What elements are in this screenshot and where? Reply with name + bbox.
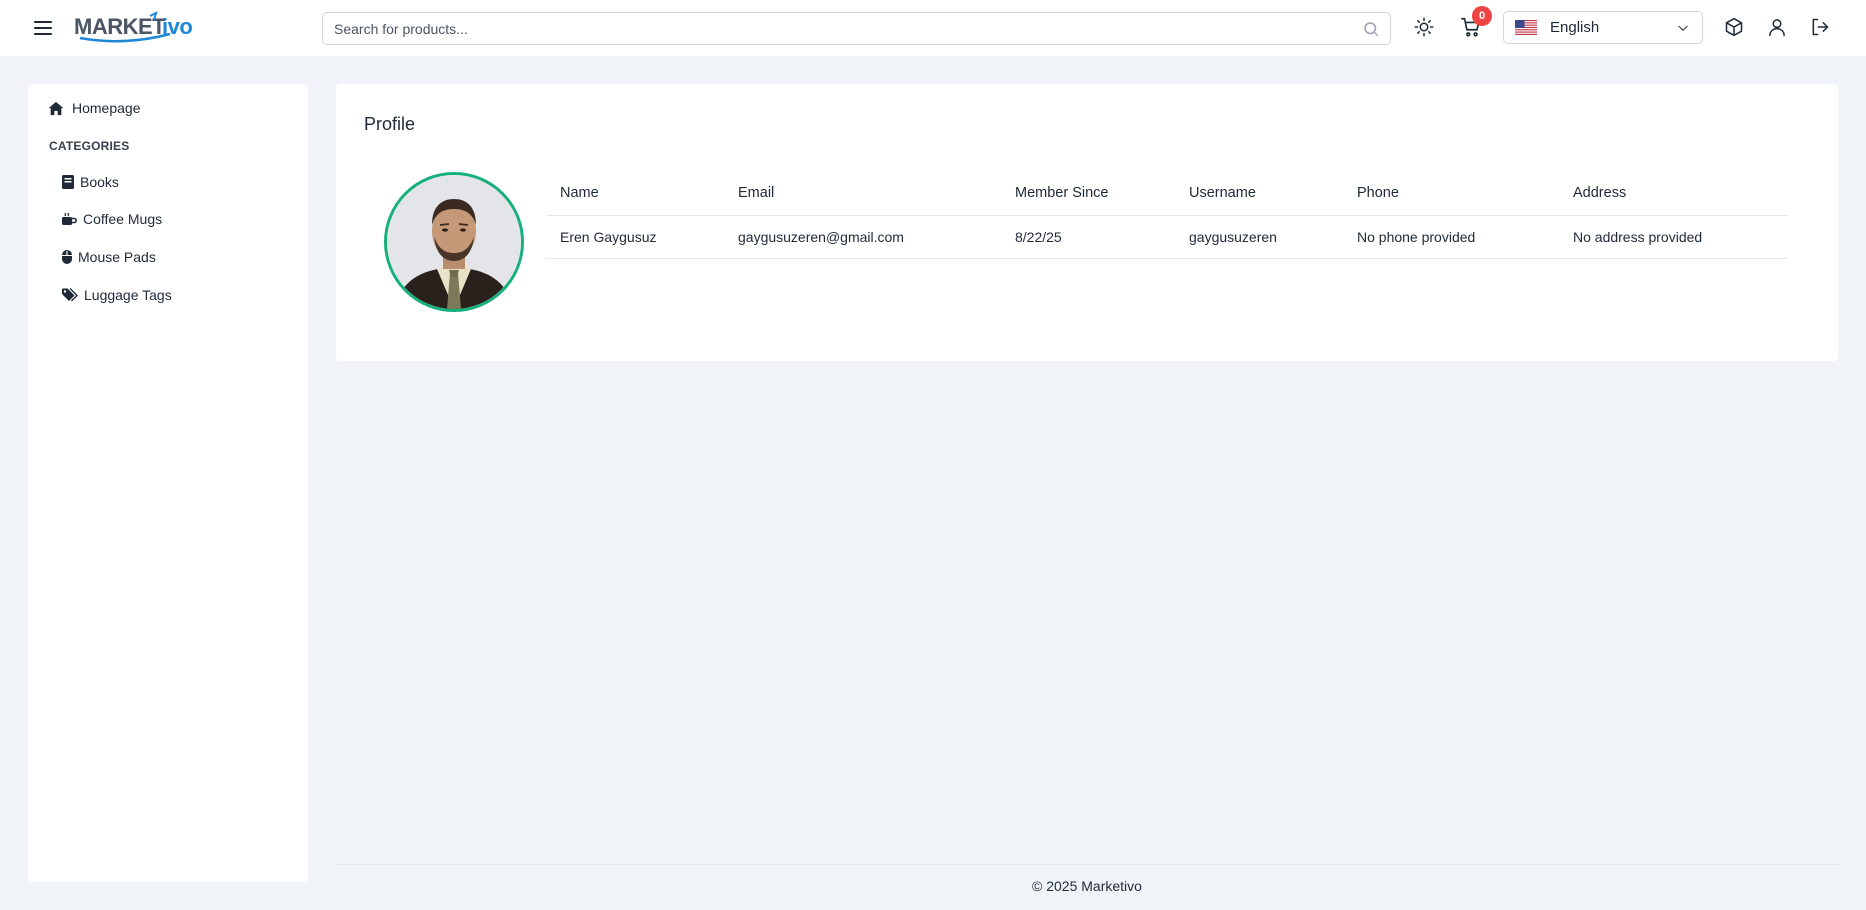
page-title: Profile [364, 114, 416, 134]
column-header-member-since: Member Since [1001, 172, 1175, 216]
table-header-row: Name Email Member Since Username Phone A… [546, 172, 1788, 216]
cell-phone: No phone provided [1343, 215, 1559, 259]
sidebar-item-label: Mouse Pads [78, 249, 156, 265]
svg-text:MARKET: MARKET [74, 14, 166, 39]
sidebar-item-coffee-mugs[interactable]: Coffee Mugs [62, 211, 162, 227]
search-icon[interactable] [1362, 20, 1380, 38]
logout-button[interactable] [1808, 15, 1832, 39]
mouse-icon [62, 250, 72, 264]
search-input[interactable] [323, 20, 1362, 37]
sidebar: Homepage CATEGORIES Books Coffee Mugs Mo… [28, 84, 308, 882]
cell-name: Eren Gaygusuz [546, 215, 724, 259]
avatar-photo [387, 175, 521, 309]
cart-count-badge: 0 [1472, 6, 1492, 26]
avatar [384, 172, 524, 312]
column-header-phone: Phone [1343, 172, 1559, 216]
column-header-address: Address [1559, 172, 1788, 216]
orders-button[interactable] [1722, 15, 1746, 39]
cell-username: gaygusuzeren [1175, 215, 1343, 259]
sidebar-item-label: Coffee Mugs [83, 211, 163, 227]
footer-divider [336, 864, 1838, 865]
sidebar-item-luggage-tags[interactable]: Luggage Tags [62, 287, 172, 303]
sidebar-item-mouse-pads[interactable]: Mouse Pads [62, 249, 156, 265]
column-header-email: Email [724, 172, 1001, 216]
top-header: MARKET ivo 0 [0, 0, 1866, 56]
sidebar-item-label: Luggage Tags [84, 287, 172, 303]
language-select[interactable]: English [1503, 11, 1703, 44]
language-label: English [1550, 19, 1600, 36]
logout-icon [1812, 18, 1829, 36]
book-icon [62, 175, 74, 189]
sidebar-item-label: Homepage [72, 100, 141, 116]
user-icon [1769, 19, 1785, 37]
profile-card: Profile Name Email Member Since Username… [336, 84, 1838, 361]
profile-button[interactable] [1765, 15, 1789, 39]
profile-table: Name Email Member Since Username Phone A… [546, 172, 1788, 259]
us-flag-icon [1515, 20, 1537, 35]
hamburger-menu-icon[interactable] [34, 17, 58, 39]
cell-email: gaygusuzeren@gmail.com [724, 215, 1001, 259]
cube-icon [1725, 17, 1743, 37]
search-bar [322, 12, 1391, 45]
theme-toggle-button[interactable] [1412, 15, 1436, 39]
categories-heading: CATEGORIES [49, 139, 130, 153]
sidebar-item-books[interactable]: Books [62, 174, 119, 190]
sidebar-item-label: Books [80, 174, 119, 190]
chevron-down-icon [1678, 25, 1688, 31]
column-header-name: Name [546, 172, 724, 216]
sidebar-item-homepage[interactable]: Homepage [48, 100, 141, 116]
column-header-username: Username [1175, 172, 1343, 216]
home-icon [48, 101, 64, 115]
cell-address: No address provided [1559, 215, 1788, 259]
sun-icon [1414, 17, 1434, 37]
cell-member-since: 8/22/25 [1001, 215, 1175, 259]
mug-icon [62, 212, 77, 225]
marketivo-logo[interactable]: MARKET ivo [74, 10, 204, 46]
tags-icon [62, 288, 78, 302]
table-row: Eren Gaygusuz gaygusuzeren@gmail.com 8/2… [546, 215, 1788, 259]
footer-copyright: © 2025 Marketivo [1032, 878, 1142, 894]
